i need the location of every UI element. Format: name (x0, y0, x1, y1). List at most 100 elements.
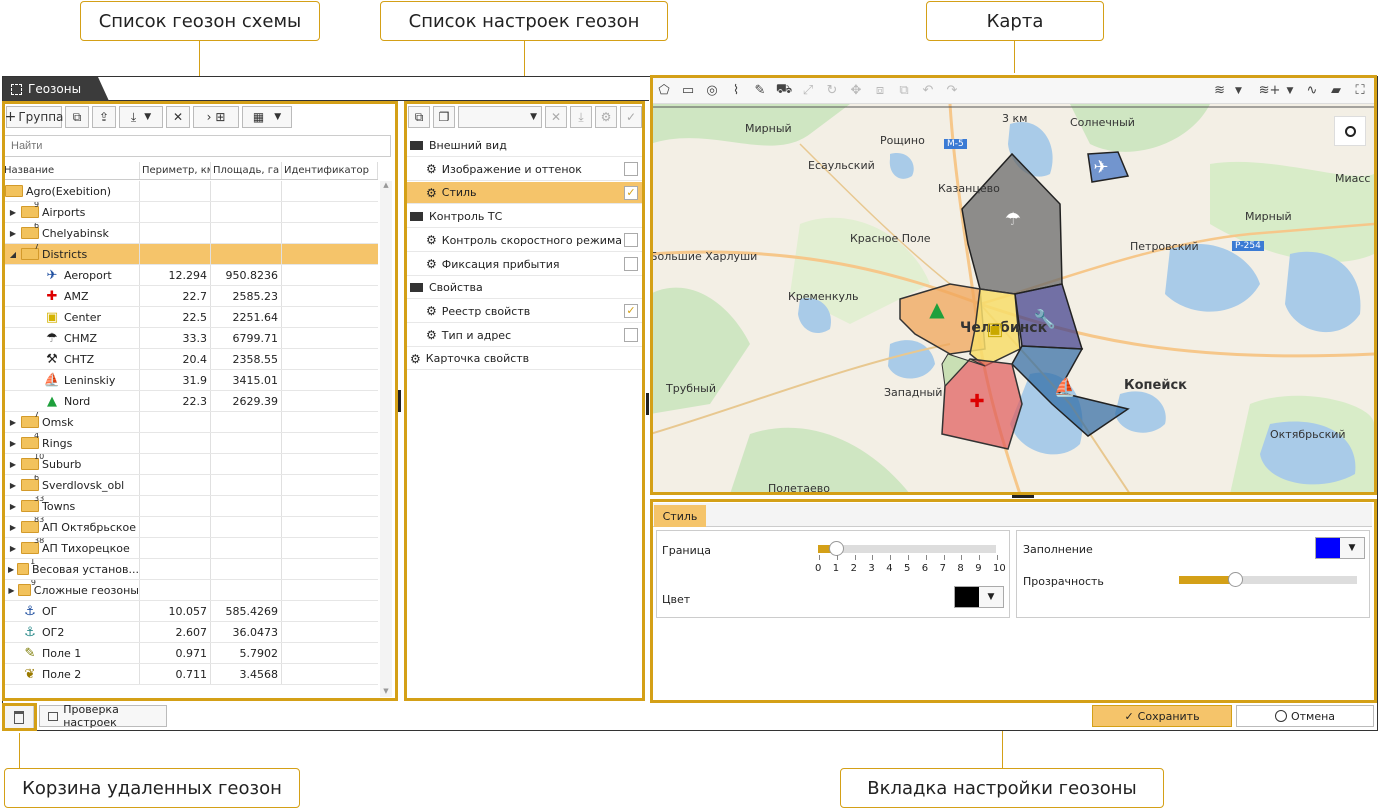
settings-item-checkbox[interactable] (624, 257, 638, 271)
expand-toggle-icon[interactable]: ▶ (8, 460, 18, 469)
move-to-group-button[interactable]: › ⊞ (193, 106, 239, 128)
settings-item[interactable]: ⚙ Изображение и оттенок (406, 159, 642, 181)
table-row[interactable]: ▶ 1 Весовая установ... (2, 559, 378, 580)
splitter-handle[interactable] (1012, 495, 1034, 498)
table-row[interactable]: ⚒ CHTZ 20.4 2358.55 (2, 349, 378, 370)
tent-icon[interactable]: ▲ (928, 297, 946, 321)
wrench-icon[interactable]: 🔧 (1034, 309, 1056, 330)
table-row[interactable]: Agro(Exebition) (2, 181, 378, 202)
settings-item[interactable]: Контроль ТС (406, 206, 642, 229)
import-settings-button[interactable]: ⤓ (570, 106, 592, 128)
settings-item[interactable]: ⚙ Реестр свойств ✓ (406, 301, 642, 323)
resize-tool-icon[interactable]: ⤢ (798, 81, 818, 101)
apply-settings-button[interactable]: ✓ (620, 106, 642, 128)
medkit-icon[interactable]: ✚ (968, 391, 986, 412)
column-header-area[interactable]: Площадь, га (211, 162, 282, 179)
settings-item[interactable]: Внешний вид (406, 135, 642, 157)
umbrella-icon[interactable]: ☂ (1004, 209, 1022, 230)
rotate-tool-icon[interactable]: ↻ (822, 81, 842, 101)
settings-item-checkbox[interactable] (624, 328, 638, 343)
scroll-up-icon[interactable]: ▲ (380, 181, 392, 189)
fill-color-picker[interactable]: ▼ (1315, 537, 1365, 559)
settings-item[interactable]: ⚙ Тип и адрес (406, 325, 642, 347)
split-tool-icon[interactable]: ⧉ (894, 81, 914, 101)
table-row[interactable]: ▶ 83 АП Октябрьское (2, 517, 378, 538)
boat-icon[interactable]: ⛵ (1054, 377, 1076, 398)
table-row[interactable]: ❦ Поле 2 0.711 3.4568 (2, 664, 378, 685)
columns-button[interactable]: ▦ ▼ (242, 106, 292, 128)
save-button[interactable]: ✓ Сохранить (1092, 705, 1232, 727)
tab-style[interactable]: Стиль (654, 505, 706, 527)
circle-tool-icon[interactable]: ◎ (702, 81, 722, 101)
expand-toggle-icon[interactable]: ▶ (8, 586, 15, 595)
settings-item[interactable]: ⚙ Стиль ✓ (406, 182, 642, 205)
table-row[interactable]: ▶ 9 Airports (2, 202, 378, 223)
settings-item-checkbox[interactable]: ✓ (624, 185, 638, 200)
table-row[interactable]: ▶ 10 Suburb (2, 454, 378, 475)
ruler-icon[interactable]: ▰ (1326, 81, 1346, 101)
table-row[interactable]: ◢ 7 Districts (2, 244, 378, 265)
splitter-handle[interactable] (398, 390, 401, 412)
trash-button[interactable] (4, 704, 34, 730)
scroll-down-icon[interactable]: ▼ (380, 687, 392, 695)
table-row[interactable]: ✚ AMZ 22.7 2585.23 (2, 286, 378, 307)
settings-item-checkbox[interactable] (624, 233, 638, 248)
paste-settings-button[interactable]: ❐ (433, 106, 455, 128)
polygon-tool-icon[interactable]: ⬠ (654, 81, 674, 101)
settings-item[interactable]: Свойства (406, 277, 642, 300)
move-tool-icon[interactable]: ✥ (846, 81, 866, 101)
export-button[interactable]: ⇪ (92, 106, 116, 128)
redo-icon[interactable]: ↷ (942, 81, 962, 101)
table-row[interactable]: ▶ 7 Omsk (2, 412, 378, 433)
grid-scrollbar[interactable]: ▲ ▼ (380, 181, 392, 697)
table-row[interactable]: ▶ 9 Сложные геозоны (2, 580, 378, 601)
table-row[interactable]: ▶ 6 Chelyabinsk (2, 223, 378, 244)
expand-toggle-icon[interactable]: ▶ (8, 523, 18, 532)
merge-tool-icon[interactable]: ⧈ (870, 81, 890, 101)
table-row[interactable]: ⚓ ОГ 10.057 585.4269 (2, 601, 378, 622)
border-slider-handle[interactable] (829, 541, 844, 556)
expand-toggle-icon[interactable]: ◢ (8, 250, 18, 259)
search-input[interactable] (4, 135, 391, 157)
copy-settings-button[interactable]: ⧉ (408, 106, 430, 128)
table-row[interactable]: ▶ 38 АП Тихорецкое (2, 538, 378, 559)
plane-icon[interactable]: ✈ (1092, 157, 1110, 178)
table-row[interactable]: ⚓ ОГ2 2.607 36.0473 (2, 622, 378, 643)
expand-toggle-icon[interactable]: ▶ (8, 418, 18, 427)
expand-toggle-icon[interactable]: ▶ (8, 208, 18, 217)
check-settings-button[interactable]: Проверка настроек (39, 703, 167, 729)
settings-item[interactable]: ⚙ Фиксация прибытия (406, 254, 642, 276)
map-canvas[interactable] (650, 104, 1374, 494)
bag-icon[interactable]: ▣ (986, 319, 1004, 340)
import-button[interactable]: ⤓ ▼ (119, 106, 163, 128)
settings-item[interactable]: ⚙ Контроль скоростного режима (406, 230, 642, 252)
map-view[interactable]: 3 км Мирный Рощино Солнечный Есаульский … (650, 104, 1374, 494)
undo-icon[interactable]: ↶ (918, 81, 938, 101)
table-row[interactable]: ✎ Поле 1 0.971 5.7902 (2, 643, 378, 664)
table-row[interactable]: ⛵ Leninskiy 31.9 3415.01 (2, 370, 378, 391)
expand-toggle-icon[interactable]: ▶ (8, 502, 18, 511)
table-row[interactable]: ▲ Nord 22.3 2629.39 (2, 391, 378, 412)
line-tool-icon[interactable]: ⌇ (726, 81, 746, 101)
copy-button[interactable]: ⧉ (65, 106, 89, 128)
border-slider[interactable] (818, 541, 996, 556)
add-group-button[interactable]: + Группа (5, 106, 63, 128)
layers-icon[interactable]: ≋ ▼ (1206, 81, 1250, 101)
vehicle-tool-icon[interactable]: ⛟ (774, 81, 794, 101)
opacity-slider[interactable] (1179, 572, 1357, 587)
expand-toggle-icon[interactable]: ▶ (8, 439, 18, 448)
table-row[interactable]: ☂ CHMZ 33.3 6799.71 (2, 328, 378, 349)
opacity-slider-handle[interactable] (1228, 572, 1243, 587)
table-row[interactable]: ▶ 33 Towns (2, 496, 378, 517)
border-color-picker[interactable]: ▼ (954, 586, 1004, 608)
expand-toggle-icon[interactable]: ▶ (8, 481, 18, 490)
remove-setting-button[interactable]: ✕ (545, 106, 567, 128)
expand-toggle-icon[interactable]: ▶ (8, 229, 18, 238)
column-header-name[interactable]: Название (2, 162, 140, 179)
table-row[interactable]: ✈ Aeroport 12.294 950.8236 (2, 265, 378, 286)
window-title-tab[interactable]: Геозоны (3, 77, 109, 101)
settings-gear-button[interactable]: ⚙ (595, 106, 617, 128)
map-search-button[interactable] (1334, 116, 1366, 146)
splitter-handle[interactable] (646, 393, 649, 415)
expand-toggle-icon[interactable]: ▶ (8, 544, 18, 553)
